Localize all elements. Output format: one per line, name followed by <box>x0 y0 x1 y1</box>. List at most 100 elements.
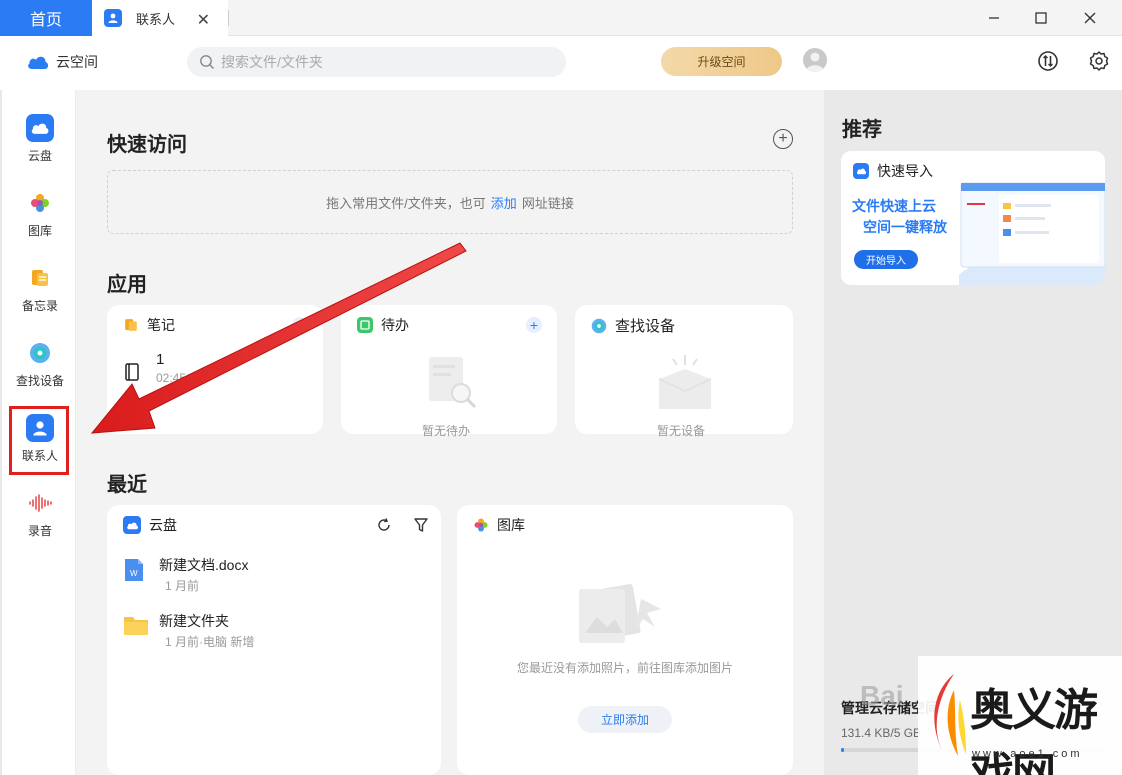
gear-icon[interactable] <box>1087 49 1111 73</box>
recent-gallery-title: 图库 <box>473 515 525 535</box>
gallery-icon <box>26 189 54 217</box>
baidu-watermark: Bai <box>860 680 904 711</box>
add-todo-icon[interactable]: + <box>526 317 542 333</box>
todo-title-text: 待办 <box>381 317 409 333</box>
quick-access-dropzone[interactable]: 拖入常用文件/文件夹，也可 添加 网址链接 <box>107 170 793 234</box>
find-device-title-text: 查找设备 <box>615 318 676 335</box>
recent-cloud-title: 云盘 <box>123 515 177 535</box>
recent-cloud-card: 云盘 W 新建文档.docx 1 月前 新建文件夹 1 月前·电脑 新增 <box>107 505 441 775</box>
empty-gallery-illustration-icon <box>575 579 675 664</box>
banner-head: 快速导入 <box>853 161 933 181</box>
contacts-tab-icon <box>104 9 122 27</box>
notes-icon <box>26 264 54 292</box>
title-bar: 首页 联系人 ✕ <box>0 0 1122 36</box>
note-item-time: 02:45 <box>156 371 187 385</box>
sidebar-item-cloud[interactable]: 云盘 <box>2 106 78 178</box>
file-name: 新建文档.docx <box>159 557 249 573</box>
recent-gallery-title-text: 图库 <box>497 517 525 533</box>
sidebar-item-label: 云盘 <box>27 149 52 163</box>
quick-access-title: 快速访问 <box>107 134 187 156</box>
find-device-icon <box>26 339 54 367</box>
word-doc-icon: W <box>123 557 145 583</box>
recent-cloud-title-text: 云盘 <box>149 517 177 533</box>
device-empty-text: 暂无设备 <box>657 424 706 438</box>
quick-import-banner[interactable]: 快速导入 文件快速上云 空间一键释放 开始导入 <box>841 151 1105 285</box>
notes-card[interactable]: 笔记 + 1 02:45 <box>107 305 323 434</box>
watermark-logo-icon <box>924 670 970 765</box>
empty-todo-illustration-icon <box>421 353 481 416</box>
search-input[interactable] <box>221 54 521 70</box>
file-meta: 1 月前 <box>165 579 200 593</box>
cloud-icon <box>123 516 141 534</box>
search-icon <box>200 55 214 69</box>
find-device-icon <box>591 318 607 334</box>
notes-card-title: 笔记 <box>123 315 175 335</box>
add-now-button[interactable]: 立即添加 <box>578 706 672 733</box>
sidebar-item-label: 图库 <box>27 224 52 238</box>
start-import-button[interactable]: 开始导入 <box>854 250 918 269</box>
sidebar-item-notes[interactable]: 备忘录 <box>2 256 78 328</box>
dropzone-text-after: 网址链接 <box>521 195 574 211</box>
tab-contacts[interactable]: 联系人 ✕ <box>92 0 228 36</box>
tab-close-icon[interactable]: ✕ <box>197 10 210 30</box>
highlight-box <box>9 406 69 475</box>
tab-contacts-label: 联系人 <box>136 11 176 27</box>
file-row[interactable]: W 新建文档.docx 1 月前 <box>123 555 423 595</box>
cloud-icon <box>853 163 869 179</box>
folder-icon <box>123 613 148 639</box>
sidebar-item-gallery[interactable]: 图库 <box>2 181 78 253</box>
notes-title-text: 笔记 <box>147 317 175 333</box>
app-name: 云空间 <box>56 54 98 70</box>
dropzone-add-link[interactable]: 添加 <box>491 193 517 212</box>
apps-title: 应用 <box>107 274 147 296</box>
recording-icon <box>26 489 54 517</box>
gallery-icon <box>473 517 489 533</box>
storage-value: 131.4 KB/5 GB <box>841 726 922 740</box>
upgrade-button[interactable]: 升级空间 <box>661 47 782 76</box>
search-bar[interactable] <box>187 47 566 77</box>
todo-empty-text: 暂无待办 <box>422 424 471 438</box>
close-icon[interactable] <box>1066 0 1114 36</box>
note-doc-icon <box>125 363 139 386</box>
find-device-card[interactable]: 查找设备 暂无设备 <box>575 305 793 438</box>
refresh-icon[interactable] <box>376 517 392 538</box>
sidebar-item-label: 录音 <box>27 524 52 538</box>
todo-card[interactable]: 待办 + 暂无待办 <box>341 305 557 438</box>
banner-illustration-icon <box>959 175 1105 285</box>
empty-device-illustration-icon <box>655 351 715 416</box>
tab-separator <box>228 10 229 26</box>
dropzone-text: 拖入常用文件/文件夹，也可 <box>326 195 486 211</box>
notes-icon <box>123 317 139 333</box>
cloud-logo-icon <box>28 56 49 69</box>
banner-line2: 空间一键释放 <box>863 219 947 235</box>
app-logo: 云空间 <box>26 52 98 72</box>
storage-bar-fill <box>841 748 844 752</box>
sidebar-item-label: 查找设备 <box>15 374 64 388</box>
folder-name: 新建文件夹 <box>159 613 229 629</box>
add-note-icon[interactable]: + <box>292 317 308 333</box>
sidebar-item-find-device[interactable]: 查找设备 <box>2 331 78 403</box>
cloud-icon <box>26 114 54 142</box>
sync-icon[interactable] <box>1036 49 1060 73</box>
avatar[interactable] <box>803 48 827 72</box>
app-header: 云空间 升级空间 <box>0 36 1122 90</box>
find-device-card-title: 查找设备 <box>591 315 675 336</box>
sidebar: 云盘 图库 备忘录 查找设备 联系人 录音 <box>0 90 76 775</box>
site-watermark: 奥义游戏网 www.aoe1.com <box>918 656 1122 775</box>
recent-gallery-card: 图库 您最近没有添加照片，前往图库添加图片 立即添加 <box>457 505 793 775</box>
todo-card-title: 待办 <box>357 315 409 335</box>
svg-text:W: W <box>130 569 138 578</box>
filter-icon[interactable] <box>413 517 429 538</box>
file-row[interactable]: 新建文件夹 1 月前·电脑 新增 <box>123 611 423 651</box>
recommend-title: 推荐 <box>842 119 882 141</box>
sidebar-item-label: 备忘录 <box>21 299 58 313</box>
recent-title: 最近 <box>107 474 147 496</box>
note-item-title[interactable]: 1 <box>156 351 164 368</box>
gallery-empty-text: 您最近没有添加照片，前往图库添加图片 <box>517 661 734 675</box>
todo-icon <box>357 317 373 333</box>
tab-home[interactable]: 首页 <box>0 0 92 36</box>
maximize-icon[interactable] <box>1017 0 1065 36</box>
minimize-icon[interactable] <box>970 0 1018 36</box>
add-quick-access-button[interactable]: + <box>773 129 793 149</box>
sidebar-item-recording[interactable]: 录音 <box>2 481 78 553</box>
